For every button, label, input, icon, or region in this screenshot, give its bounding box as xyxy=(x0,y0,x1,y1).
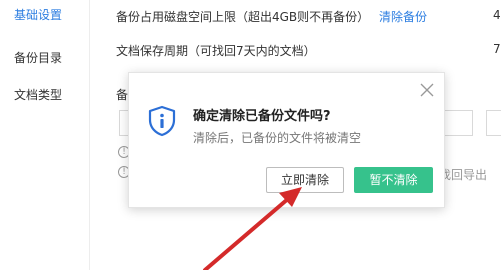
retention-value[interactable]: 7 xyxy=(493,42,501,56)
clear-backup-link[interactable]: 清除备份 xyxy=(379,10,427,24)
confirm-clear-dialog: 确定清除已备份文件吗? 清除后，已备份的文件将被清空 立即清除 暂不清除 xyxy=(128,72,445,208)
retention-label: 文档保存周期（可找回7天内的文档） xyxy=(116,44,316,58)
clear-now-button[interactable]: 立即清除 xyxy=(266,167,344,193)
sidebar-item-document-types[interactable]: 文档类型 xyxy=(0,82,90,108)
shield-info-icon xyxy=(148,105,176,137)
sidebar-item-basic-settings[interactable]: 基础设置 xyxy=(0,2,90,28)
dialog-message: 清除后，已备份的文件将被清空 xyxy=(193,131,362,145)
sidebar-item-backup-directory[interactable]: 备份目录 xyxy=(0,45,90,71)
disk-limit-label: 备份占用磁盘空间上限（超出4GB则不再备份） xyxy=(116,10,370,24)
recovery-hint: 找回导出 xyxy=(439,168,488,182)
close-icon[interactable] xyxy=(420,83,434,97)
sidebar: 基础设置 备份目录 文档类型 xyxy=(0,0,90,270)
backup-label: 备 xyxy=(116,88,129,102)
disk-limit-row: 备份占用磁盘空间上限（超出4GB则不再备份） 清除备份 xyxy=(116,8,427,25)
disk-limit-value[interactable]: 4 xyxy=(493,8,501,22)
backup-path-browse[interactable] xyxy=(486,110,501,136)
dialog-title: 确定清除已备份文件吗? xyxy=(193,109,331,124)
not-now-button[interactable]: 暂不清除 xyxy=(354,167,433,193)
